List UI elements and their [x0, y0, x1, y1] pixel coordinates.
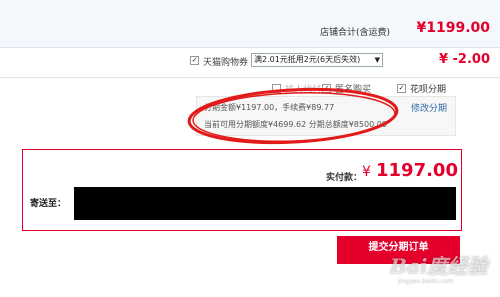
checkout-page: 店铺合计(含运费) ¥1199.00 ✓ 天猫购物券 满2.01元抵用2元(6天… — [0, 0, 500, 297]
baidu-jingyan-watermark: Bai度经验 — [390, 254, 488, 278]
actual-payment-currency: ¥ — [362, 164, 371, 180]
actual-payment-amount: 1197.00 — [376, 160, 458, 181]
actual-payment-label: 实付款： — [326, 173, 363, 183]
annotation-ellipse — [187, 87, 399, 145]
coupon-select-value: 满2.01元抵用2元(6天后失效) — [254, 55, 361, 64]
coupon-label: 天猫购物券 — [203, 58, 249, 68]
ship-to-label: 寄送至： — [30, 199, 67, 209]
huabei-installment-label: 花呗分期 — [410, 85, 447, 95]
watermark-url: jingyan.baidu.com — [398, 278, 454, 285]
redacted-address — [74, 187, 456, 220]
store-total-value: ¥1199.00 — [416, 20, 490, 36]
divider — [0, 77, 500, 78]
chevron-down-icon: ▼ — [374, 56, 380, 64]
coupon-checkbox[interactable]: ✓ — [190, 56, 199, 65]
modify-installment-link[interactable]: 修改分期 — [411, 101, 447, 114]
coupon-select[interactable]: 满2.01元抵用2元(6天后失效) ▼ — [251, 53, 383, 67]
store-total-label: 店铺合计(含运费) — [319, 28, 390, 38]
coupon-amount: ¥ -2.00 — [438, 52, 490, 67]
